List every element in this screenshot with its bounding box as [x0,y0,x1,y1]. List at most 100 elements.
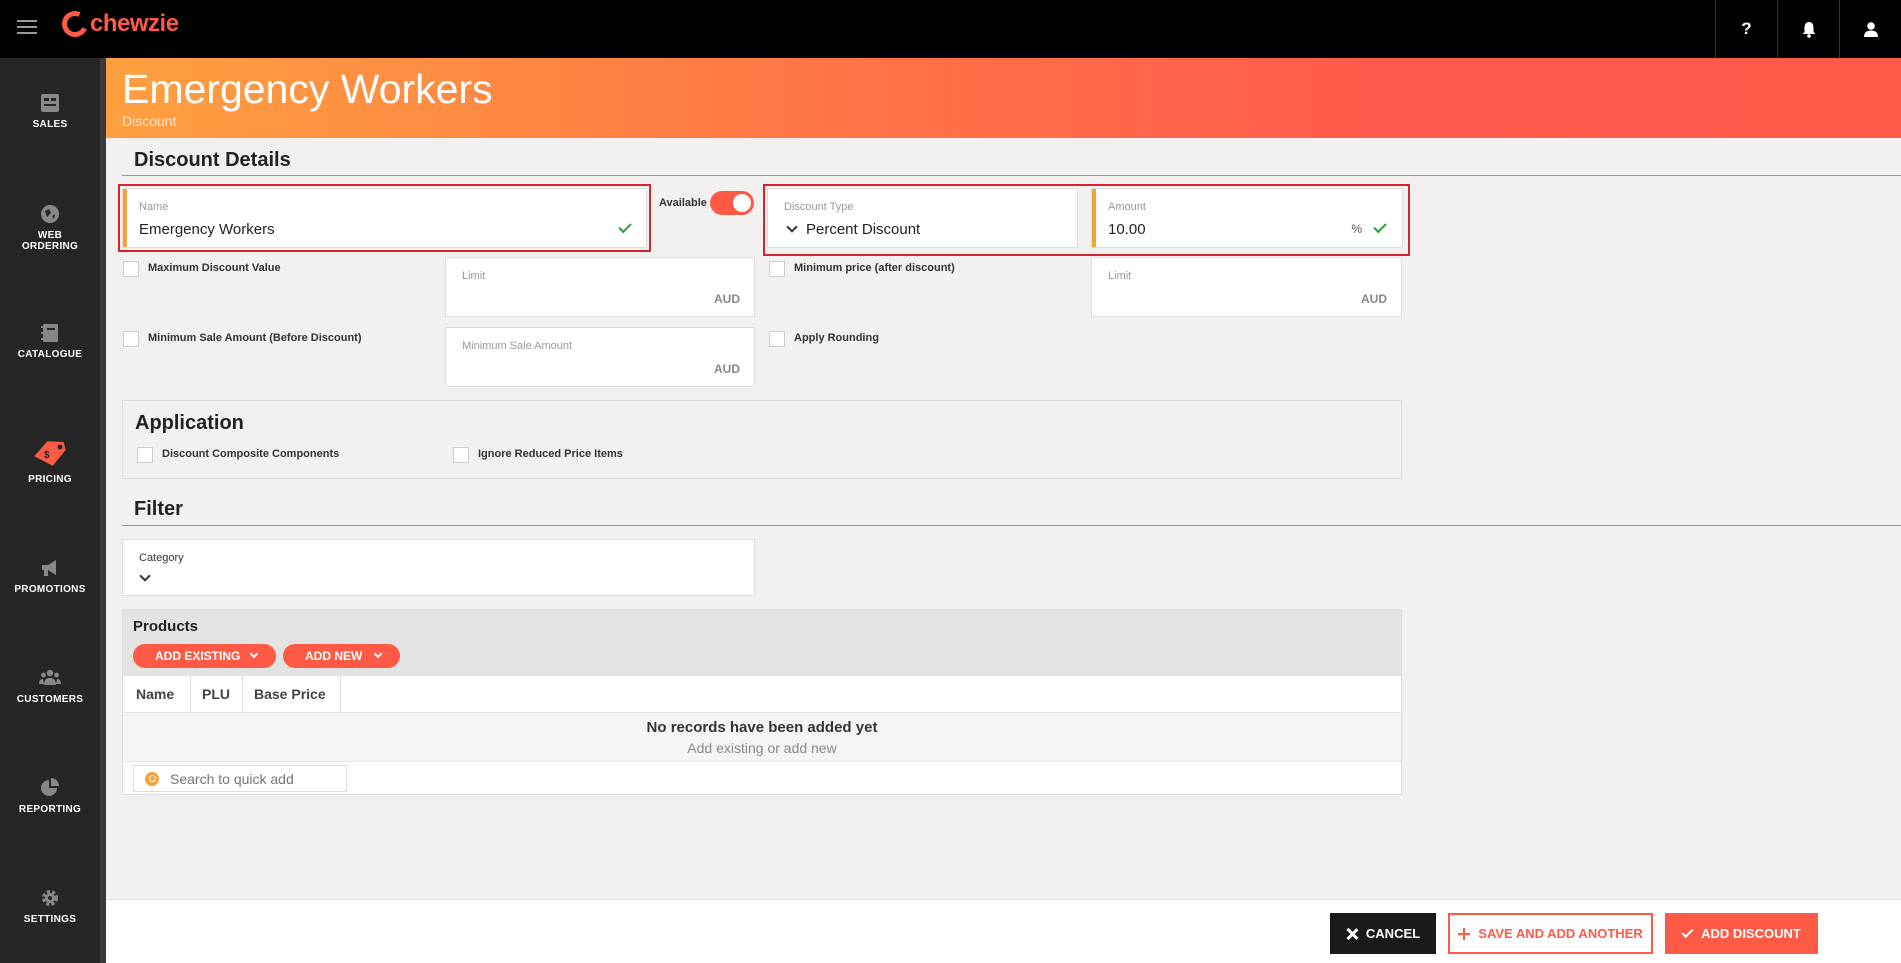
add-new-label: ADD NEW [305,649,363,663]
quick-add-search[interactable] [133,765,347,792]
discount-details-title: Discount Details [134,149,291,171]
apply-rounding-checkbox[interactable] [769,331,785,347]
footer-bar: CANCEL SAVE AND ADD ANOTHER ADD DISCOUNT [106,899,1901,963]
application-section: Application Discount Composite Component… [122,400,1402,479]
add-discount-label: ADD DISCOUNT [1701,926,1801,941]
section-divider [122,175,1901,176]
bell-icon[interactable] [1777,0,1839,58]
column-header-plu[interactable]: PLU [202,686,230,702]
chewzie-logo[interactable]: chewzie [58,7,179,41]
web-ordering-icon [41,205,59,223]
products-panel: Products ADD EXISTING ADD NEW Name PLU B… [122,609,1402,795]
sidebar-item-label: REPORTING [18,804,82,815]
svg-text:$: $ [44,450,50,461]
sidebar-item-pricing[interactable]: $ PRICING [0,438,100,485]
limit-label: Limit [462,270,486,282]
amount-field[interactable]: Amount 10.00 % [1091,188,1403,248]
save-and-add-another-button[interactable]: SAVE AND ADD ANOTHER [1448,913,1653,954]
add-existing-label: ADD EXISTING [155,649,241,663]
add-new-button[interactable]: ADD NEW [283,644,400,668]
min-price-checkbox[interactable] [769,261,785,277]
toggle-knob [733,194,751,212]
available-toggle[interactable] [710,191,754,215]
available-label: Available [659,197,707,209]
discount-type-select[interactable]: Discount Type Percent Discount [767,188,1078,248]
sidebar-item-label: SALES [32,119,68,130]
sidebar-scroll-strip [100,58,106,963]
quick-add-search-input[interactable] [170,771,340,787]
column-divider [190,676,191,712]
aud-unit: AUD [1361,292,1387,306]
sidebar-item-web-ordering[interactable]: WEB ORDERING [0,204,100,252]
category-label: Category [139,552,184,564]
sidebar-item-sales[interactable]: SALES [0,93,100,130]
logo-text: chewzie [90,10,179,37]
sidebar: SALES WEB ORDERING CATALOGUE $ PRICING P… [0,58,106,963]
page-subtitle: Discount [122,113,177,129]
pie-chart-icon [41,778,59,796]
apply-rounding-label: Apply Rounding [794,332,879,344]
max-discount-limit-field[interactable]: Limit AUD [445,257,755,317]
min-sale-label: Minimum Sale Amount (Before Discount) [148,332,362,344]
min-price-limit-field[interactable]: Limit AUD [1091,257,1402,317]
chevron-down-icon [249,649,259,659]
help-icon[interactable]: ? [1715,0,1777,58]
column-header-name[interactable]: Name [136,686,174,702]
sidebar-item-settings[interactable]: SETTINGS [0,888,100,925]
cancel-label: CANCEL [1365,926,1421,941]
name-field[interactable]: Name Emergency Workers [122,188,647,248]
ignore-reduced-checkbox[interactable] [453,447,469,463]
max-discount-checkbox[interactable] [123,261,139,277]
add-existing-button[interactable]: ADD EXISTING [133,644,276,668]
catalogue-icon [41,324,58,342]
sidebar-item-label-2: ORDERING [21,241,79,252]
ignore-reduced-label: Ignore Reduced Price Items [478,448,623,460]
plus-icon [1458,927,1471,940]
gear-icon [42,890,58,906]
sales-icon [41,94,59,112]
min-sale-field-label: Minimum Sale Amount [462,340,573,352]
chevron-down-icon [139,570,151,582]
sidebar-item-promotions[interactable]: PROMOTIONS [0,558,100,595]
aud-unit: AUD [714,292,740,306]
sidebar-item-reporting[interactable]: REPORTING [0,778,100,815]
logo-mark [58,7,92,41]
field-accent-bar [123,189,127,247]
composite-components-label: Discount Composite Components [162,448,340,460]
chevron-down-icon [373,649,383,659]
hamburger-menu-icon[interactable] [17,20,37,36]
products-header: Products ADD EXISTING ADD NEW [123,610,1401,676]
name-input[interactable]: Emergency Workers [139,221,275,238]
amount-input[interactable]: 10.00 [1108,221,1146,238]
filter-title: Filter [134,498,183,520]
empty-state-subtitle: Add existing or add new [687,740,837,756]
column-header-base-price[interactable]: Base Price [254,686,326,702]
max-discount-label: Maximum Discount Value [148,262,281,274]
save-and-add-another-label: SAVE AND ADD ANOTHER [1478,926,1643,941]
cancel-button[interactable]: CANCEL [1330,913,1436,954]
category-select[interactable]: Category [122,539,755,596]
pricing-tag-icon: $ [34,441,66,466]
sidebar-item-catalogue[interactable]: CATALOGUE [0,323,100,360]
sidebar-item-label: WEB [37,230,63,241]
min-sale-amount-field[interactable]: Minimum Sale Amount AUD [445,327,755,387]
amount-label: Amount [1108,201,1146,213]
sidebar-item-label: CUSTOMERS [16,694,84,705]
min-sale-checkbox[interactable] [123,331,139,347]
valid-check-icon [1373,219,1387,234]
close-icon [1346,928,1358,940]
composite-components-checkbox[interactable] [137,447,153,463]
user-icon[interactable] [1839,0,1901,58]
add-discount-button[interactable]: ADD DISCOUNT [1665,913,1818,954]
field-accent-bar [1092,189,1096,247]
customers-icon [39,669,61,685]
name-field-label: Name [139,201,169,213]
chevron-down-icon [786,221,798,233]
min-price-label: Minimum price (after discount) [794,262,955,274]
application-title: Application [135,412,244,434]
search-icon [145,772,159,786]
top-bar: chewzie ? [0,0,1901,58]
empty-state: No records have been added yet Add exist… [123,712,1401,762]
section-divider [122,525,1901,526]
sidebar-item-customers[interactable]: CUSTOMERS [0,668,100,705]
